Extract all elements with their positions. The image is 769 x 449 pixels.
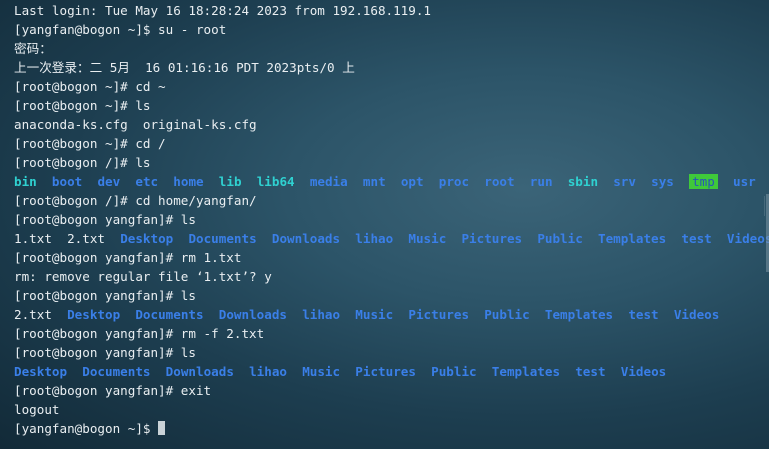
symlink-entry: sbin (567, 174, 599, 189)
output-line: logout (14, 402, 60, 417)
directory-entry: Downloads (218, 307, 288, 322)
command-line: [root@bogon yangfan]# ls (14, 212, 196, 227)
directory-entry: test (575, 364, 606, 379)
command-line: [yangfan@bogon ~]$ (14, 419, 769, 438)
directory-entry: proc (438, 174, 470, 189)
ls-output-line: Desktop Documents Downloads lihao Music … (14, 362, 769, 381)
directory-entry: mnt (362, 174, 386, 189)
directory-entry: Music (408, 231, 447, 246)
directory-entry: boot (51, 174, 83, 189)
window-edge-marker (764, 196, 765, 216)
directory-entry: lihao (249, 364, 288, 379)
output-line: 上一次登录：二 5月 16 01:16:16 PDT 2023pts/0 上 (14, 60, 355, 75)
directory-entry: Videos (620, 364, 667, 379)
directory-entry: Desktop (14, 364, 68, 379)
ls-output-line: 1.txt 2.txt Desktop Documents Downloads … (14, 229, 769, 248)
directory-entry: Downloads (165, 364, 234, 379)
directory-entry: opt (400, 174, 424, 189)
file-entry: 2.txt (67, 231, 106, 246)
directory-entry: dev (97, 174, 121, 189)
directory-entry: Desktop (120, 231, 174, 246)
command-line: [root@bogon ~]# cd ~ (14, 79, 166, 94)
directory-entry: Documents (135, 307, 204, 322)
directory-entry: srv (613, 174, 636, 189)
ls-output-line: bin boot dev etc home lib lib64 media mn… (14, 172, 769, 191)
ls-output-line: 2.txt Desktop Documents Downloads lihao … (14, 305, 769, 324)
directory-entry: Videos (726, 231, 769, 246)
symlink-entry: bin (14, 174, 37, 189)
output-line: anaconda-ks.cfg original-ks.cfg (14, 117, 257, 132)
directory-entry: Music (302, 364, 341, 379)
directory-entry: Templates (597, 231, 667, 246)
directory-entry: test (628, 307, 659, 322)
directory-entry: Music (355, 307, 394, 322)
directory-entry: etc (135, 174, 159, 189)
directory-entry: lihao (355, 231, 394, 246)
directory-entry: sys (651, 174, 674, 189)
command-line: [root@bogon /]# ls (14, 155, 151, 170)
directory-entry: Public (537, 231, 583, 246)
directory-entry: tmp (689, 174, 718, 189)
output-line: 密码： (14, 41, 52, 56)
directory-entry: lihao (302, 307, 341, 322)
directory-entry: Pictures (408, 307, 470, 322)
directory-entry: media (309, 174, 348, 189)
directory-entry: usr (732, 174, 756, 189)
directory-entry: run (529, 174, 553, 189)
directory-entry: Pictures (461, 231, 523, 246)
directory-entry: Documents (188, 231, 257, 246)
command-line: [root@bogon yangfan]# rm 1.txt (14, 250, 242, 265)
directory-entry: test (681, 231, 712, 246)
directory-entry: home (173, 174, 204, 189)
directory-entry: Desktop (67, 307, 121, 322)
file-entry: 2.txt (14, 307, 52, 322)
directory-entry: root (484, 174, 515, 189)
output-line: rm: remove regular file ‘1.txt’? y (14, 269, 272, 284)
directory-entry: Public (431, 364, 477, 379)
command-line: [root@bogon ~]# cd / (14, 136, 166, 151)
file-entry: 1.txt (14, 231, 52, 246)
command-line: [root@bogon yangfan]# exit (14, 383, 212, 398)
command-line: [root@bogon yangfan]# ls (14, 345, 196, 360)
directory-entry: Templates (491, 364, 561, 379)
symlink-entry: lib (218, 174, 242, 189)
directory-entry: Videos (673, 307, 720, 322)
terminal-output[interactable]: Last login: Tue May 16 18:28:24 2023 fro… (14, 1, 769, 449)
cursor (158, 421, 166, 435)
directory-entry: Documents (82, 364, 151, 379)
command-line: [root@bogon ~]# ls (14, 98, 151, 113)
command-line: [root@bogon yangfan]# rm -f 2.txt (14, 326, 265, 341)
directory-entry: Downloads (271, 231, 341, 246)
command-line: [yangfan@bogon ~]$ su - root (14, 22, 227, 37)
directory-entry: Pictures (355, 364, 416, 379)
directory-entry: Public (484, 307, 530, 322)
symlink-entry: lib64 (256, 174, 295, 189)
directory-entry: Templates (544, 307, 614, 322)
command-line: [root@bogon /]# cd home/yangfan/ (14, 193, 257, 208)
output-line: Last login: Tue May 16 18:28:24 2023 fro… (14, 3, 432, 18)
command-line: [root@bogon yangfan]# ls (14, 288, 196, 303)
